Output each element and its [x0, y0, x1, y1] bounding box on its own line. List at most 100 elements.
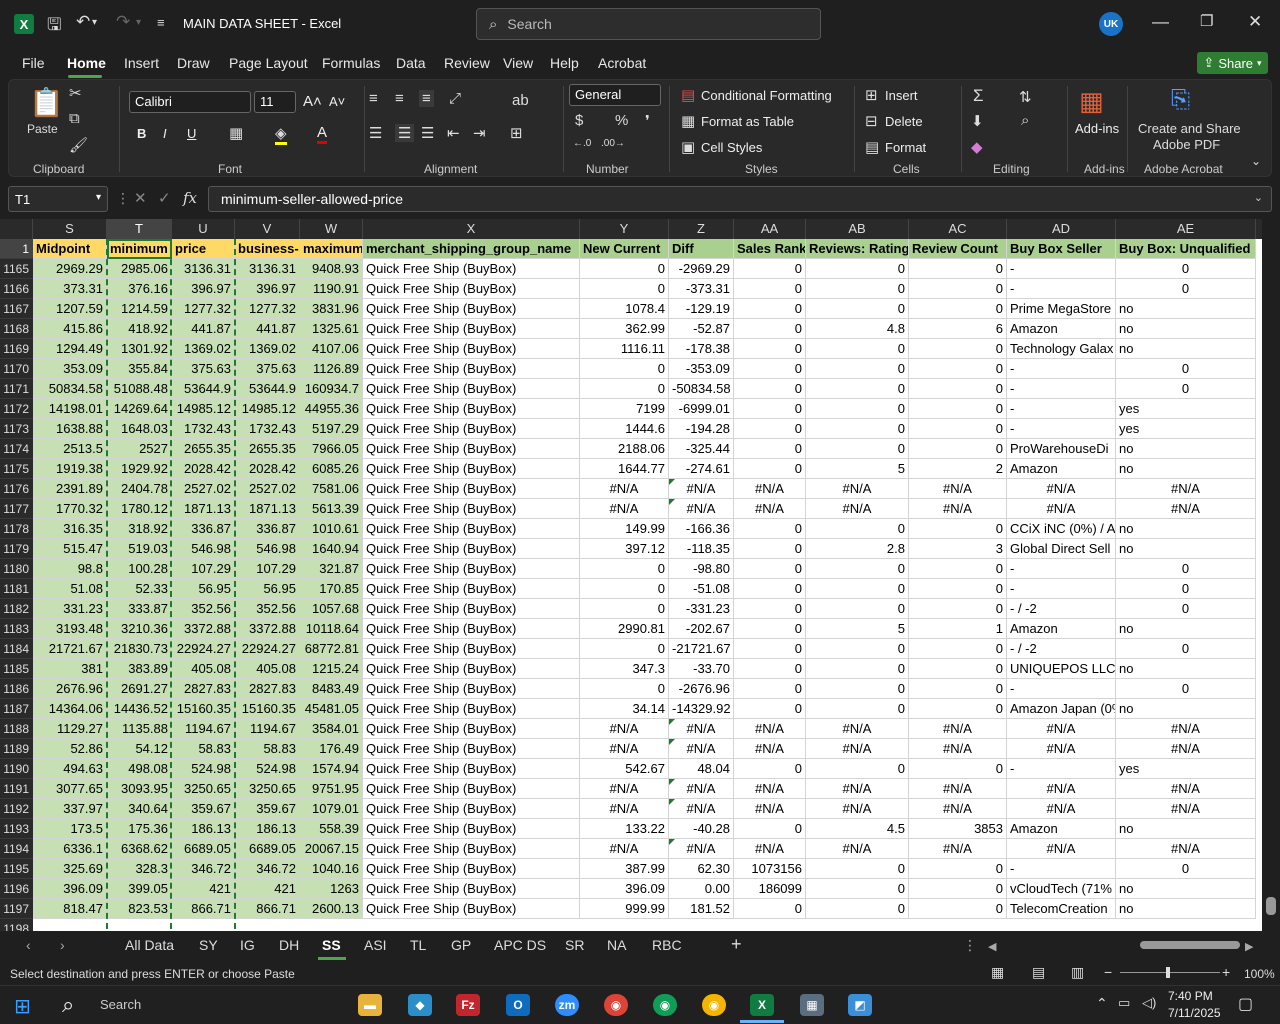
table-cell[interactable]: Global Direct Sell	[1007, 539, 1116, 559]
table-cell[interactable]: 352.56	[172, 599, 235, 619]
row-header[interactable]: 1195	[0, 859, 33, 879]
table-cell[interactable]: -	[1007, 679, 1116, 699]
table-cell[interactable]: Quick Free Ship (BuyBox)	[363, 719, 580, 739]
table-cell[interactable]: Quick Free Ship (BuyBox)	[363, 359, 580, 379]
table-cell[interactable]: 0	[734, 339, 806, 359]
table-cell[interactable]: 5	[806, 619, 909, 639]
table-cell[interactable]: 0	[734, 599, 806, 619]
cut-icon[interactable]: ✂	[69, 84, 82, 102]
table-cell[interactable]: yes	[1116, 759, 1256, 779]
table-cell[interactable]: 0	[909, 759, 1007, 779]
table-cell[interactable]: 14364.06	[33, 699, 107, 719]
zoom-slider-thumb[interactable]	[1166, 967, 1170, 978]
table-cell[interactable]: 0	[734, 439, 806, 459]
row-header[interactable]: 1196	[0, 879, 33, 899]
column-header-ae[interactable]: AE	[1116, 219, 1256, 239]
table-cell[interactable]: 3853	[909, 819, 1007, 839]
table-cell[interactable]: 0	[734, 379, 806, 399]
undo-dropdown-icon[interactable]: ▾	[92, 17, 97, 28]
table-cell[interactable]: 14436.52	[107, 699, 172, 719]
table-cell[interactable]: 1263	[300, 879, 363, 899]
table-cell[interactable]: #N/A	[1007, 739, 1116, 759]
table-cell[interactable]: 3136.31	[172, 259, 235, 279]
table-cell[interactable]: #N/A	[806, 739, 909, 759]
table-cell[interactable]: 2391.89	[33, 479, 107, 499]
table-cell[interactable]: 0	[734, 459, 806, 479]
table-cell[interactable]: 58.83	[172, 739, 235, 759]
table-cell[interactable]: 337.97	[33, 799, 107, 819]
add-sheet-icon[interactable]: +	[731, 934, 742, 955]
table-cell[interactable]: -40.28	[669, 819, 734, 839]
table-cell[interactable]: -166.36	[669, 519, 734, 539]
table-cell[interactable]: 14985.12	[235, 399, 300, 419]
table-cell[interactable]: 355.84	[107, 359, 172, 379]
table-cell[interactable]: 0	[806, 259, 909, 279]
table-cell[interactable]: -	[1007, 399, 1116, 419]
table-cell[interactable]: 328.3	[107, 859, 172, 879]
confirm-entry-icon[interactable]: ✓	[158, 189, 171, 207]
table-cell[interactable]: 418.92	[107, 319, 172, 339]
outlook-icon[interactable]: O	[506, 994, 530, 1016]
prev-sheet-icon[interactable]: ‹	[26, 937, 31, 953]
table-cell[interactable]: Quick Free Ship (BuyBox)	[363, 699, 580, 719]
table-cell[interactable]: 823.53	[107, 899, 172, 919]
table-cell[interactable]: Quick Free Ship (BuyBox)	[363, 799, 580, 819]
table-cell[interactable]: 0	[909, 379, 1007, 399]
table-cell[interactable]: 51.08	[33, 579, 107, 599]
table-cell[interactable]: Quick Free Ship (BuyBox)	[363, 759, 580, 779]
table-cell[interactable]: -	[1007, 419, 1116, 439]
table-cell[interactable]: 1	[909, 619, 1007, 639]
table-cell[interactable]: #N/A	[580, 839, 669, 859]
table-cell[interactable]: Quick Free Ship (BuyBox)	[363, 779, 580, 799]
font-color-icon[interactable]: A	[317, 124, 328, 144]
column-header-s[interactable]: S	[33, 219, 107, 239]
table-cell[interactable]: 0	[909, 559, 1007, 579]
tab-acrobat[interactable]: Acrobat	[598, 55, 646, 71]
header-cell[interactable]: Diff	[669, 239, 734, 259]
table-cell[interactable]: 1732.43	[172, 419, 235, 439]
row-header[interactable]: 1188	[0, 719, 33, 739]
table-cell[interactable]: 1079.01	[300, 799, 363, 819]
table-cell[interactable]: 340.64	[107, 799, 172, 819]
table-cell[interactable]: #N/A	[580, 779, 669, 799]
table-cell[interactable]: Quick Free Ship (BuyBox)	[363, 259, 580, 279]
table-cell[interactable]: 375.63	[235, 359, 300, 379]
table-cell[interactable]: Quick Free Ship (BuyBox)	[363, 399, 580, 419]
table-cell[interactable]: 494.63	[33, 759, 107, 779]
table-cell[interactable]: 0.00	[669, 879, 734, 899]
table-cell[interactable]: -194.28	[669, 419, 734, 439]
table-cell[interactable]: #N/A	[1116, 479, 1256, 499]
table-cell[interactable]: 0	[734, 899, 806, 919]
table-cell[interactable]: 346.72	[235, 859, 300, 879]
table-cell[interactable]: 421	[235, 879, 300, 899]
table-cell[interactable]: 405.08	[235, 659, 300, 679]
copy-icon[interactable]: ⧉	[69, 110, 80, 127]
table-cell[interactable]: 0	[1116, 379, 1256, 399]
table-cell[interactable]: 0	[734, 659, 806, 679]
table-cell[interactable]: -52.87	[669, 319, 734, 339]
table-cell[interactable]: 396.09	[33, 879, 107, 899]
header-cell[interactable]: business-	[235, 239, 300, 259]
header-cell[interactable]: Buy Box Seller	[1007, 239, 1116, 259]
table-cell[interactable]: #N/A	[669, 839, 734, 859]
table-cell[interactable]: 149.99	[580, 519, 669, 539]
tab-insert[interactable]: Insert	[124, 55, 159, 71]
tab-data[interactable]: Data	[396, 55, 426, 71]
table-cell[interactable]: 3136.31	[235, 259, 300, 279]
sheet-tab-na[interactable]: NA	[607, 937, 626, 953]
percent-icon[interactable]: %	[615, 112, 628, 129]
table-cell[interactable]: 0	[734, 819, 806, 839]
table-cell[interactable]: Quick Free Ship (BuyBox)	[363, 819, 580, 839]
table-cell[interactable]: TelecomCreation	[1007, 899, 1116, 919]
table-cell[interactable]: 1194.67	[235, 719, 300, 739]
error-indicator-icon[interactable]	[669, 739, 675, 745]
table-cell[interactable]: 0	[580, 379, 669, 399]
table-cell[interactable]: 1040.16	[300, 859, 363, 879]
table-cell[interactable]: 546.98	[235, 539, 300, 559]
format-painter-icon[interactable]: 🖌	[69, 136, 88, 154]
column-header-x[interactable]: X	[363, 219, 580, 239]
table-cell[interactable]: #N/A	[806, 799, 909, 819]
table-cell[interactable]: 1780.12	[107, 499, 172, 519]
row-header[interactable]: 1191	[0, 779, 33, 799]
zoom-level[interactable]: 100%	[1244, 967, 1275, 981]
